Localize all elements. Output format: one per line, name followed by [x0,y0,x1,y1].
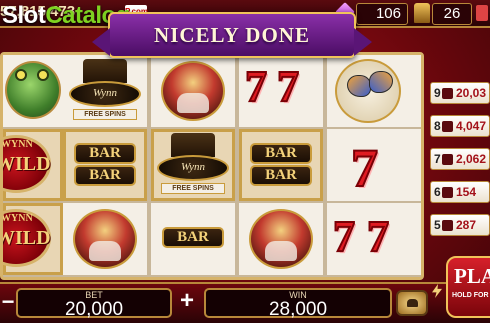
carousel-icon [249,209,313,269]
paytable-row: 7 2,062 [430,148,490,170]
bet-value: 20,000 [64,299,124,320]
bar-icon: BAR [162,227,224,248]
banner-text: NICELY DONE [154,23,310,47]
reel-cell: BAR BAR [239,129,323,201]
frog-icon [5,61,61,119]
hat-icon: Wynn FREE SPINS [157,133,229,197]
seven-icon: 7 [350,137,379,199]
bet-field: BET 20,000 [16,288,172,320]
line-icon [442,187,453,198]
chest-icon[interactable] [414,3,430,23]
reel-cell [327,55,421,127]
bar-icon: BAR [250,143,312,164]
butterfly-icon [335,59,401,123]
play-label: PLA [454,264,490,288]
paytable-row: 9 20,03 [430,82,490,104]
paytable-row: 5 287 [430,214,490,236]
seven-icon: 7 [244,61,268,112]
line-icon [442,88,453,99]
wild-text: WILD [3,153,51,175]
win-banner: NICELY DONE [92,12,372,58]
reel-cell: Wynn FREE SPINS [63,55,147,127]
reel-cell: 7 7 [327,203,421,275]
paytable-row: 6 154 [430,181,490,203]
line-icon [442,220,453,231]
line-icon [442,121,453,132]
carousel-icon [73,209,137,269]
reels-frame: WYNN WILD WYNN WILD Wynn FREE SPINS BAR … [0,52,424,280]
seven-icon: 7 [276,61,300,112]
paytable-row: 8 4,047 [430,115,490,137]
reel-cell: Wynn FREE SPINS [151,129,235,201]
seven-icon: 7 [366,211,390,262]
play-sub-label: HOLD FOR [452,292,489,299]
wild-text: WILD [3,227,51,249]
reel-cell [239,203,323,275]
bet-decrease-button[interactable]: − [0,291,16,315]
reel-cell [63,203,147,275]
reel-cell: 7 [327,129,421,201]
bet-increase-button[interactable]: + [176,289,198,313]
hat-icon: Wynn FREE SPINS [69,59,141,123]
reel-cell: WYNN WILD [3,129,63,201]
bar-icon: BAR [74,165,136,186]
play-button[interactable]: PLA HOLD FOR [446,256,490,318]
reel-cell [151,55,235,127]
win-field: WIN 28,000 [204,288,392,320]
reel-cell: WYNN WILD [3,203,63,275]
seven-icon: 7 [332,211,356,262]
menu-icon[interactable] [476,5,488,21]
reel-cell: BAR [151,203,235,275]
reel-cell: BAR BAR [63,129,147,201]
line-icon [442,154,453,165]
level-value: 106 [356,3,408,25]
reel-cell [3,55,63,127]
bar-icon: BAR [74,143,136,164]
xp-value: 26 [432,3,472,25]
bar-icon: BAR [250,165,312,186]
reel-cell: 7 7 [239,55,323,127]
autospin-button[interactable] [396,290,428,316]
autospin-icon [407,299,418,307]
win-value: 28,000 [268,299,328,320]
carousel-icon [161,61,225,121]
